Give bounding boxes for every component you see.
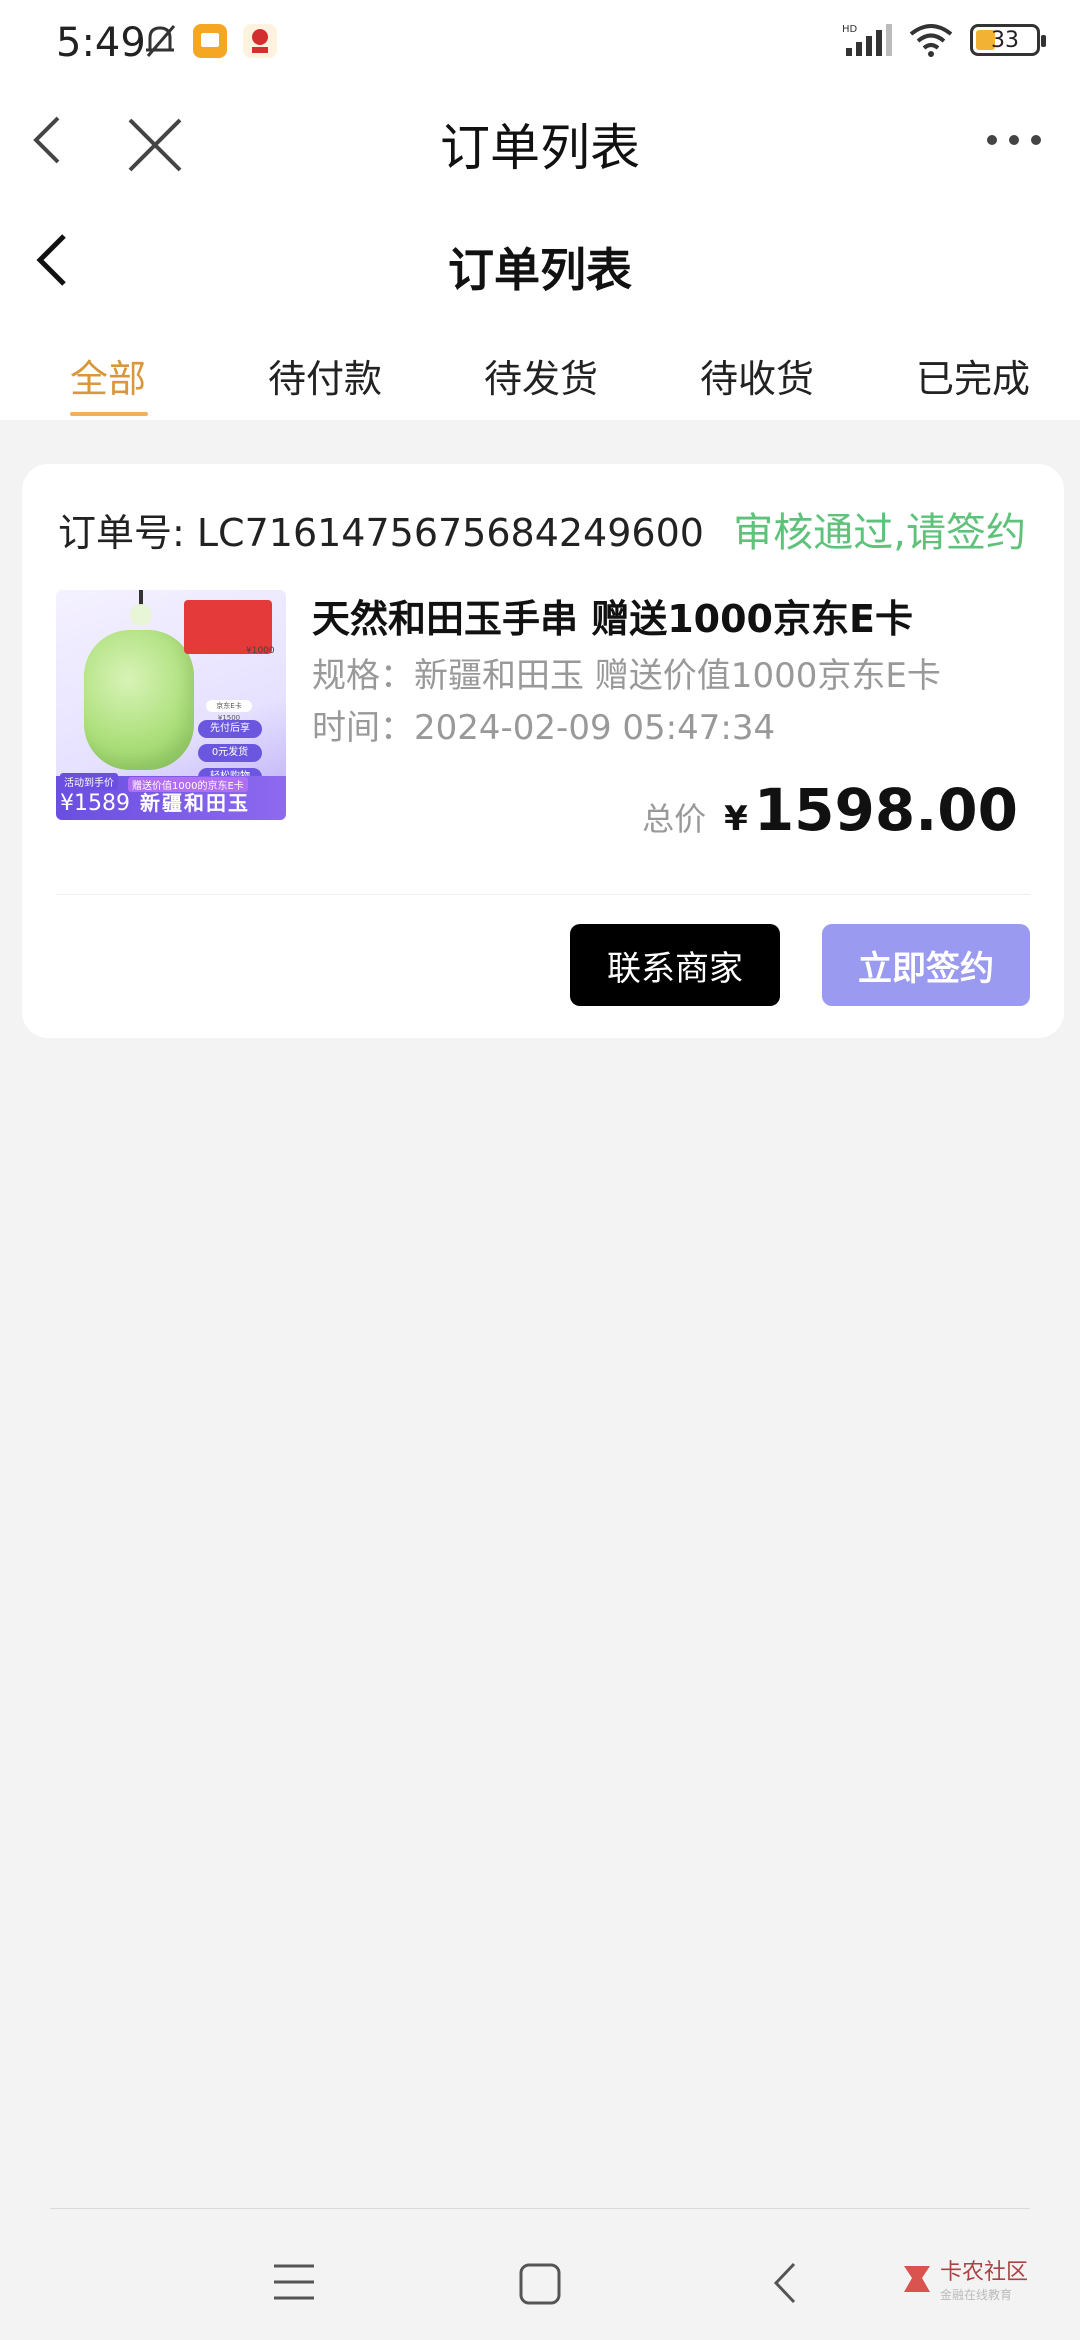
thumb-small-label: 京东E卡 ¥1500 xyxy=(206,700,252,722)
battery-icon: 33 xyxy=(970,24,1046,56)
tab-pending-shipment[interactable]: 待发货 xyxy=(484,348,598,403)
tab-pending-payment[interactable]: 待付款 xyxy=(268,348,382,403)
order-time: 时间：2024-02-09 05:47:34 xyxy=(312,708,776,748)
thumb-card-price: ¥1000 xyxy=(246,646,275,656)
thumb-pill: 先付后享 xyxy=(198,720,262,738)
thumb-brand: 新疆和田玉 xyxy=(140,791,250,815)
signal-icon: HD xyxy=(842,24,892,56)
svg-text:HD: HD xyxy=(842,24,858,35)
page-title: 订单列表 xyxy=(448,243,632,297)
tab-all[interactable]: 全部 xyxy=(70,348,146,403)
order-number: 订单号: LC7161475675684249600 xyxy=(58,511,704,555)
more-options-icon[interactable] xyxy=(984,120,1044,160)
webview-toolbar: 订单列表 xyxy=(0,90,1080,190)
recent-apps-icon[interactable] xyxy=(272,2262,316,2302)
status-notification-icons xyxy=(142,22,278,60)
order-status: 审核通过,请签约 xyxy=(733,510,1026,556)
total-label: 总价 xyxy=(642,800,707,838)
status-time: 5:49 xyxy=(56,20,146,66)
status-system-icons: HD 33 xyxy=(842,22,1046,58)
thumb-pill: 0元发货 xyxy=(198,744,262,762)
watermark: 卡农社区 金融在线教育 xyxy=(900,2254,1028,2303)
tab-completed[interactable]: 已完成 xyxy=(916,348,1030,403)
thumb-price: ¥1589 xyxy=(60,791,130,816)
order-card[interactable]: 订单号: LC7161475675684249600 审核通过,请签约 ¥100… xyxy=(22,464,1064,1038)
product-spec: 规格：新疆和田玉 赠送价值1000京东E卡 xyxy=(312,656,941,696)
webview-title: 订单列表 xyxy=(440,119,640,177)
product-thumbnail[interactable]: ¥1000 京东E卡 ¥1500 先付后享 0元发货 轻松购物 活动到手价 ¥1… xyxy=(56,590,286,820)
wifi-icon xyxy=(909,24,953,57)
back-icon[interactable] xyxy=(770,2260,800,2306)
message-app-icon xyxy=(193,24,227,58)
app-logo-icon xyxy=(243,24,277,58)
page-header: 订单列表 xyxy=(0,190,1080,330)
watermark-logo-icon xyxy=(904,2265,930,2292)
watermark-subtitle: 金融在线教育 xyxy=(940,2288,1013,2302)
divider xyxy=(56,894,1030,895)
status-bar: 5:49 HD 33 xyxy=(0,0,1080,90)
active-tab-indicator xyxy=(70,412,148,416)
order-tabs: 全部 待付款 待发货 待收货 已完成 xyxy=(0,330,1080,420)
contact-merchant-button[interactable]: 联系商家 xyxy=(570,924,780,1006)
divider xyxy=(50,2208,1030,2209)
sign-now-button[interactable]: 立即签约 xyxy=(822,924,1030,1006)
system-nav-bar: 卡农社区 金融在线教育 xyxy=(0,2190,1080,2340)
thumb-price-label: 活动到手价 xyxy=(60,773,118,790)
product-name: 天然和田玉手串 赠送1000京东E卡 xyxy=(312,597,913,641)
watermark-title: 卡农社区 xyxy=(940,2260,1029,2285)
order-total: 总价 ¥ 1598.00 xyxy=(642,776,1018,844)
home-icon[interactable] xyxy=(518,2262,562,2306)
battery-level: 33 xyxy=(991,27,1019,53)
mute-bell-icon xyxy=(146,25,176,57)
total-currency: ¥ xyxy=(724,799,748,839)
jade-pendant-image xyxy=(84,630,194,770)
tab-pending-receipt[interactable]: 待收货 xyxy=(700,348,814,403)
total-amount: 1598.00 xyxy=(753,776,1018,844)
